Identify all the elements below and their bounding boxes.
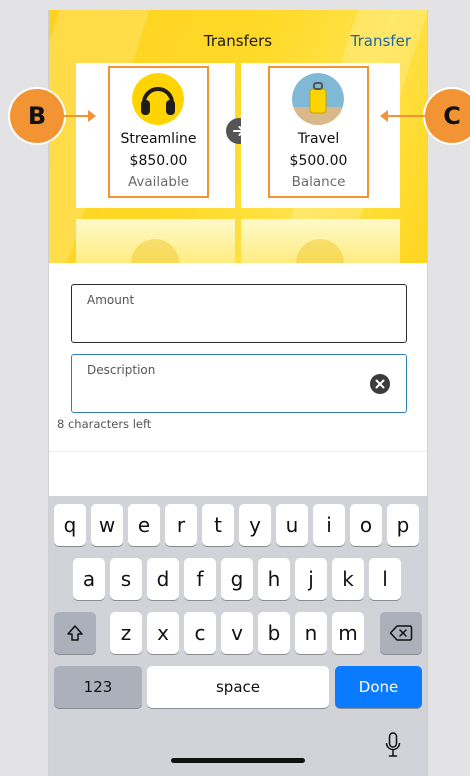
key-q[interactable]: q	[54, 504, 86, 546]
characters-left-hint: 8 characters left	[57, 417, 152, 431]
account-status: Available	[127, 174, 190, 190]
description-input[interactable]: Description	[71, 354, 407, 413]
amount-input[interactable]: Amount	[71, 284, 407, 343]
highlight-box: Streamline $850.00 Available	[108, 66, 209, 198]
key-e[interactable]: e	[128, 504, 160, 546]
microphone-icon[interactable]	[385, 732, 401, 758]
description-label: Description	[87, 363, 156, 377]
shift-key[interactable]	[54, 612, 96, 654]
key-z[interactable]: z	[110, 612, 142, 654]
account-amount: $500.00	[289, 153, 348, 169]
account-status: Balance	[291, 174, 346, 190]
clear-icon[interactable]	[370, 374, 390, 394]
key-t[interactable]: t	[202, 504, 234, 546]
key-b[interactable]: b	[258, 612, 290, 654]
key-m[interactable]: m	[332, 612, 364, 654]
header: Transfers Transfer Streamline $850.00 Av…	[49, 10, 427, 263]
account-avatar-icon	[296, 239, 344, 263]
headphones-avatar-icon	[132, 73, 184, 125]
key-g[interactable]: g	[221, 558, 253, 600]
backspace-key[interactable]	[380, 612, 422, 654]
key-c[interactable]: c	[184, 612, 216, 654]
account-card-faded[interactable]	[241, 219, 400, 263]
key-f[interactable]: f	[184, 558, 216, 600]
marker-b: B	[10, 89, 64, 143]
key-n[interactable]: n	[295, 612, 327, 654]
home-indicator	[171, 758, 305, 763]
transfer-button[interactable]: Transfer	[351, 32, 411, 50]
key-d[interactable]: d	[147, 558, 179, 600]
phone-screen: Transfers Transfer Streamline $850.00 Av…	[48, 10, 428, 776]
key-l[interactable]: l	[369, 558, 401, 600]
key-y[interactable]: y	[239, 504, 271, 546]
account-name: Travel	[297, 131, 340, 147]
key-w[interactable]: w	[91, 504, 123, 546]
shift-icon	[67, 625, 83, 641]
account-name: Streamline	[120, 131, 197, 147]
suitcase-avatar-icon	[292, 73, 344, 125]
arrow-left-icon	[380, 110, 426, 122]
account-avatar-icon	[131, 239, 179, 263]
account-card-faded[interactable]	[76, 219, 235, 263]
done-key[interactable]: Done	[335, 666, 422, 708]
amount-label: Amount	[87, 293, 135, 307]
key-u[interactable]: u	[276, 504, 308, 546]
key-v[interactable]: v	[221, 612, 253, 654]
highlight-box: Travel $500.00 Balance	[268, 66, 369, 198]
arrow-right-icon	[62, 110, 96, 122]
divider	[49, 451, 427, 452]
backspace-icon	[389, 625, 413, 641]
key-p[interactable]: p	[387, 504, 419, 546]
numbers-key[interactable]: 123	[54, 666, 142, 708]
key-j[interactable]: j	[295, 558, 327, 600]
account-card-from[interactable]: Streamline $850.00 Available	[76, 63, 235, 208]
key-a[interactable]: a	[73, 558, 105, 600]
marker-c: C	[425, 89, 470, 143]
key-x[interactable]: x	[147, 612, 179, 654]
account-card-to[interactable]: Travel $500.00 Balance	[241, 63, 400, 208]
keyboard: qwertyuiop asdfghjkl zxcvbnm 123 space D…	[49, 496, 427, 776]
key-s[interactable]: s	[110, 558, 142, 600]
key-o[interactable]: o	[350, 504, 382, 546]
key-h[interactable]: h	[258, 558, 290, 600]
key-r[interactable]: r	[165, 504, 197, 546]
account-amount: $850.00	[129, 153, 188, 169]
key-i[interactable]: i	[313, 504, 345, 546]
space-key[interactable]: space	[147, 666, 329, 708]
key-k[interactable]: k	[332, 558, 364, 600]
